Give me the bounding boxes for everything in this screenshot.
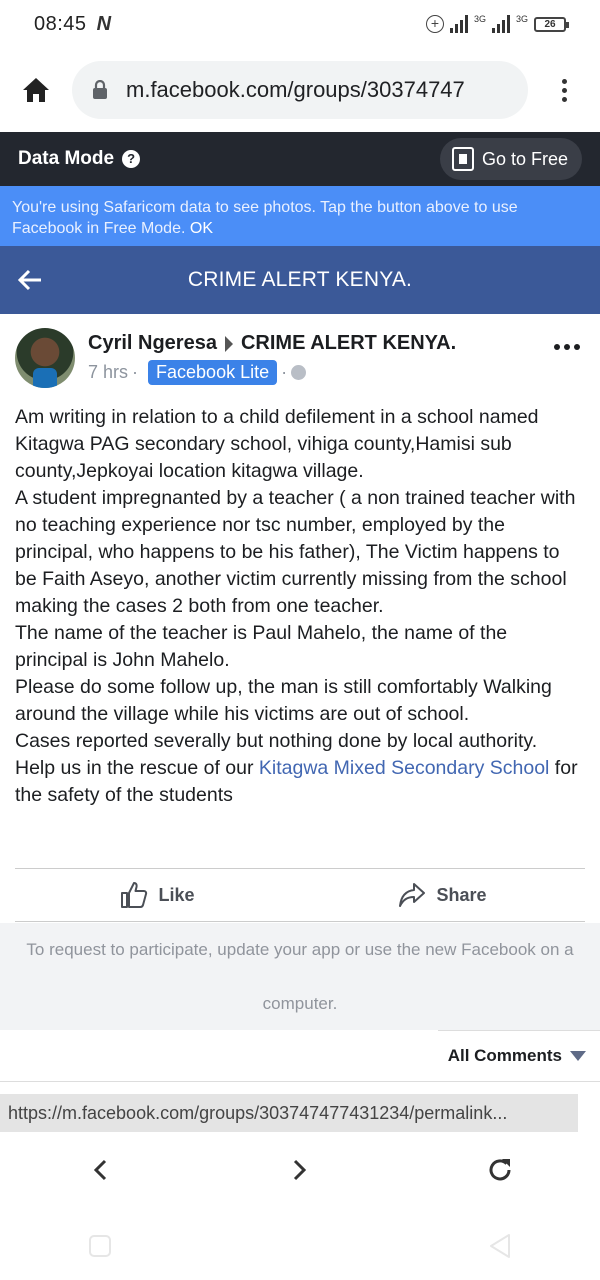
group-header: CRIME ALERT KENYA. (0, 246, 600, 314)
post-paragraph-last: Help us in the rescue of our Kitagwa Mix… (15, 755, 585, 809)
back-system-button[interactable] (470, 1216, 530, 1276)
post-paragraph: Am writing in relation to a child defile… (15, 406, 539, 482)
post-options-button[interactable] (554, 344, 580, 350)
meta-separator: · (132, 362, 139, 382)
system-nav-bar (0, 1212, 600, 1280)
participate-line-2: computer. (262, 994, 338, 1013)
back-nav-button[interactable] (70, 1140, 130, 1200)
post-paragraph: A student impregnanted by a teacher ( a … (15, 487, 576, 617)
globe-icon (291, 365, 307, 380)
address-bar[interactable]: m.facebook.com/groups/30374747 (72, 61, 528, 119)
battery-icon: 26 (534, 16, 569, 32)
like-label: Like (158, 884, 195, 905)
last-prefix: Help us in the rescue of our (15, 757, 259, 779)
avatar[interactable] (15, 328, 75, 388)
comments-filter-row: All Comments (0, 1030, 600, 1082)
status-time: 08:45 (34, 12, 87, 35)
signal-1-icon (449, 15, 468, 33)
share-button[interactable]: Share (300, 869, 585, 921)
browser-menu-button[interactable] (528, 60, 600, 120)
arrow-left-icon (17, 269, 41, 291)
browser-nav-row (0, 1135, 600, 1205)
school-link[interactable]: Kitagwa Mixed Secondary School (259, 757, 550, 779)
data-mode-label: Data Mode (18, 148, 115, 169)
triangle-back-icon (490, 1234, 510, 1258)
status-bar: 08:45 N + 3G 3G 26 (0, 0, 600, 48)
square-icon (89, 1235, 111, 1257)
caret-right-icon (224, 335, 233, 352)
reload-button[interactable] (470, 1140, 530, 1200)
share-icon (399, 883, 426, 907)
data-saver-icon: + (425, 15, 444, 33)
meta-separator-2: · (281, 362, 288, 382)
home-button[interactable] (0, 60, 72, 120)
like-button[interactable]: Like (15, 869, 300, 921)
author-name[interactable]: Cyril Ngeresa (88, 332, 217, 355)
help-icon[interactable]: ? (122, 150, 141, 168)
post-paragraph: Cases reported severally but nothing don… (15, 730, 538, 752)
refresh-icon (489, 1159, 511, 1181)
post-time[interactable]: 7 hrs (88, 362, 128, 383)
post: Cyril Ngeresa CRIME ALERT KENYA. 7 hrs ·… (0, 314, 600, 809)
share-label: Share (436, 884, 487, 905)
post-meta: 7 hrs · Facebook Lite · (88, 360, 307, 385)
group-title: CRIME ALERT KENYA. (187, 268, 413, 291)
url-text: m.facebook.com/groups/30374747 (126, 77, 465, 102)
caret-down-icon (570, 1051, 586, 1061)
post-target-group[interactable]: CRIME ALERT KENYA. (241, 332, 456, 355)
more-vert-icon (561, 75, 567, 106)
network-2-label: 3G (515, 14, 528, 24)
post-paragraph: The name of the teacher is Paul Mahelo, … (15, 622, 508, 671)
link-preview-url: https://m.facebook.com/groups/3037474774… (0, 1094, 578, 1132)
status-icons: + 3G 3G 26 (425, 14, 569, 33)
participate-notice: To request to participate, update your a… (0, 923, 600, 1030)
post-body: Am writing in relation to a child defile… (0, 404, 600, 809)
network-1-label: 3G (473, 14, 486, 24)
lock-icon (93, 80, 107, 99)
free-mode-icon (451, 147, 474, 171)
app-badge: Facebook Lite (148, 360, 278, 385)
chevron-left-icon (93, 1159, 107, 1181)
notice-ok-link[interactable]: OK (190, 220, 213, 237)
post-header: Cyril Ngeresa CRIME ALERT KENYA. 7 hrs ·… (0, 314, 600, 404)
participate-line-1: To request to participate, update your a… (26, 940, 574, 959)
post-paragraph: Please do some follow up, the man is sti… (15, 676, 552, 725)
browser-toolbar: m.facebook.com/groups/30374747 (0, 48, 600, 132)
all-comments-dropdown[interactable]: All Comments (448, 1046, 586, 1066)
post-actions: Like Share (15, 868, 585, 922)
back-button[interactable] (0, 269, 60, 291)
signal-2-icon (491, 15, 510, 33)
home-icon (23, 78, 49, 102)
more-horiz-icon (554, 344, 560, 350)
forward-nav-button[interactable] (270, 1140, 330, 1200)
home-nav-button[interactable] (270, 1216, 330, 1276)
data-notice: You're using Safaricom data to see photo… (0, 186, 600, 246)
notice-text: You're using Safaricom data to see photo… (12, 199, 518, 237)
data-mode-bar: Data Mode ? Go to Free (0, 132, 600, 186)
go-to-free-label: Go to Free (481, 148, 568, 169)
all-comments-label: All Comments (447, 1046, 562, 1065)
recents-button[interactable] (70, 1216, 130, 1276)
author-line: Cyril Ngeresa CRIME ALERT KENYA. (88, 332, 456, 355)
go-to-free-button[interactable]: Go to Free (439, 138, 582, 180)
nfc-n-icon: N (96, 12, 112, 35)
thumbs-up-icon (121, 882, 148, 908)
chevron-right-icon (293, 1159, 307, 1181)
